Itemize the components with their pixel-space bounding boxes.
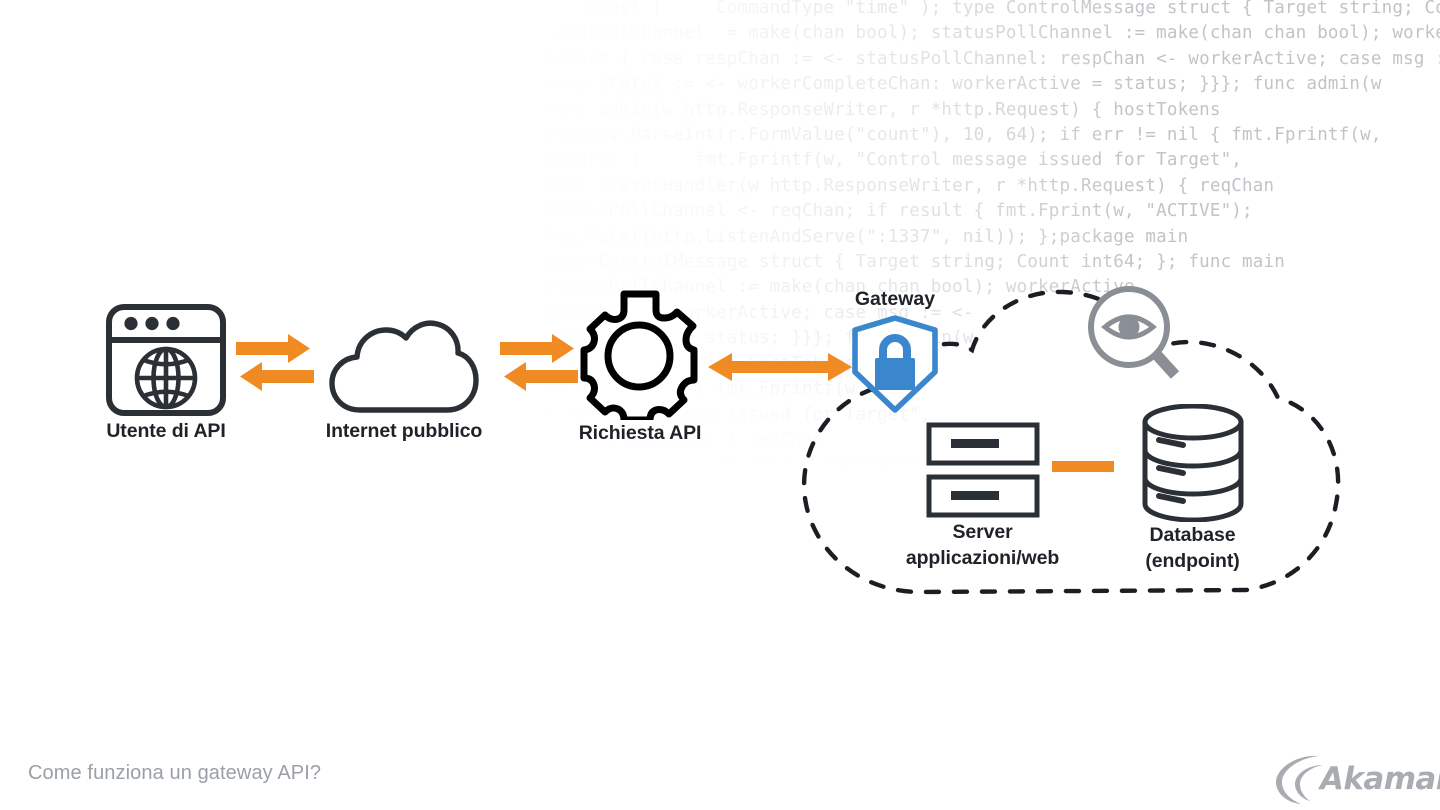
node-database-label-line1: Database xyxy=(1149,524,1236,546)
akamai-wordmark: Akamai xyxy=(1320,761,1440,797)
node-gateway-label: Gateway xyxy=(854,288,936,310)
node-database: Database (endpoint) xyxy=(1110,400,1275,574)
solid-link-bar-icon xyxy=(1052,461,1114,472)
database-cylinder-icon-wrap xyxy=(1110,400,1275,522)
gear-icon xyxy=(580,290,698,420)
cloud-icon xyxy=(329,320,479,413)
node-app-server: Server applicazioni/web xyxy=(880,415,1085,571)
browser-globe-icon xyxy=(106,304,226,416)
node-app-server-label-line1: Server xyxy=(952,521,1013,543)
database-cylinder-icon xyxy=(1142,404,1243,522)
node-public-internet-label: Internet pubblico xyxy=(325,420,483,442)
server-rack-icon xyxy=(926,422,1039,518)
shield-lock-icon xyxy=(852,315,938,413)
node-app-server-label-line2: applicazioni/web xyxy=(905,547,1060,569)
node-monitoring xyxy=(1085,283,1183,388)
node-database-label-line2: (endpoint) xyxy=(1145,550,1240,572)
diagram-canvas: const ( CommandType "time" ); type Contr… xyxy=(0,0,1440,810)
node-public-internet: Internet pubblico xyxy=(300,300,508,444)
eye-magnifier-icon xyxy=(1088,286,1180,379)
cloud-icon-wrap xyxy=(300,300,508,418)
node-gateway: Gateway xyxy=(820,288,970,414)
shield-lock-icon-wrap xyxy=(820,314,970,414)
node-api-request-label: Richiesta API xyxy=(578,422,702,444)
akamai-logo: Akamai xyxy=(1272,752,1440,806)
node-api-user-label: Utente di API xyxy=(106,420,226,442)
page-caption: Come funziona un gateway API? xyxy=(28,762,322,784)
connector-server-to-database xyxy=(1052,460,1114,478)
